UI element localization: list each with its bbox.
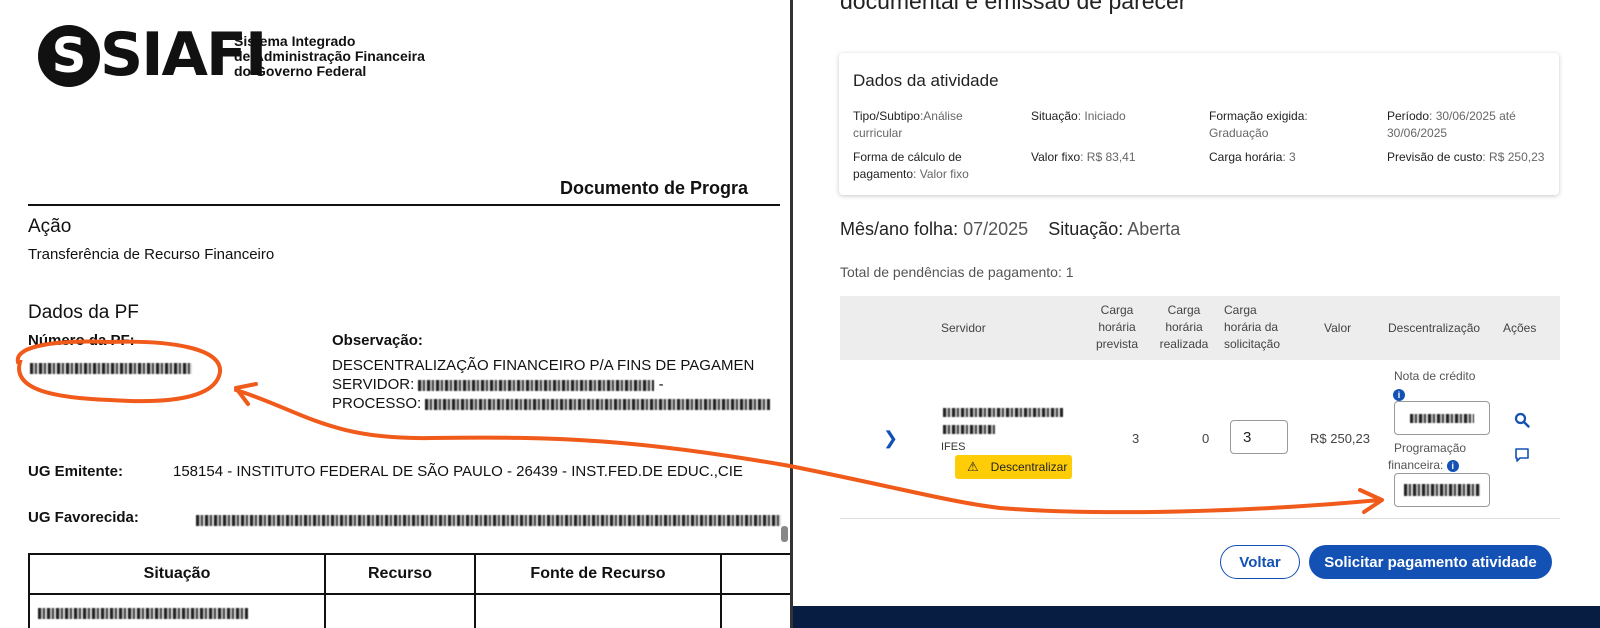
document-title: Documento de Progra	[560, 178, 749, 198]
th-carga-realizada: Carga horária realizada	[1159, 303, 1209, 351]
servidor-id-redacted	[943, 421, 995, 435]
th-servidor: Servidor	[941, 321, 986, 335]
numero-pf-label: Número da PF:	[28, 332, 135, 349]
observacao-value: DESCENTRALIZAÇÃO FINANCEIRO P/A FINS DE …	[332, 356, 790, 413]
cell-carga-prevista: 3	[1132, 431, 1140, 446]
cell-carga-realizada: 0	[1202, 431, 1210, 446]
payment-modal: documental e emissão de parecer Dados da…	[793, 0, 1600, 628]
situacao-cell-redacted	[38, 605, 248, 623]
th-carga-prevista: Carga horária prevista	[1095, 303, 1139, 351]
acao-heading: Ação	[28, 216, 72, 237]
numero-pf-value-redacted	[30, 360, 192, 378]
carga-horaria-field: Carga horária: 3	[1209, 150, 1296, 164]
card-heading: Dados da atividade	[853, 71, 999, 90]
ug-emitente-value: 158154 - INSTITUTO FEDERAL DE SÃO PAULO …	[173, 463, 743, 480]
nota-credito-input[interactable]	[1394, 401, 1490, 435]
previsao-custo-field: Previsão de custo: R$ 250,23	[1387, 150, 1545, 164]
pendencias-total: Total de pendências de pagamento: 1	[840, 264, 1074, 280]
ug-favorecida-label: UG Favorecida:	[28, 509, 139, 526]
footer-bar	[793, 606, 1600, 628]
modal-title: documental e emissão de parecer	[840, 0, 1187, 14]
th-situacao: Situação	[30, 555, 326, 593]
th-valor: Valor	[1324, 321, 1352, 335]
tipo-field: Tipo/Subtipo:Análise curricular	[853, 109, 963, 140]
nota-credito-label: Nota de crédito	[1394, 369, 1476, 383]
forma-calculo-field: Forma de cálculo de pagamento: Valor fix…	[853, 150, 969, 181]
programacao-financeira-input[interactable]	[1394, 473, 1490, 507]
siafi-description: Sistema Integrado de Administração Finan…	[234, 33, 425, 79]
formacao-field: Formação exigida: Graduação	[1209, 109, 1308, 140]
dados-pf-heading: Dados da PF	[28, 302, 139, 323]
cell-valor: R$ 250,23	[1310, 431, 1370, 446]
ug-emitente-label: UG Emitente:	[28, 463, 124, 480]
th-acoes: Ações	[1503, 321, 1537, 335]
info-icon[interactable]: i	[1393, 388, 1405, 401]
pf-table: Situação Recurso Fonte de Recurso	[28, 553, 790, 628]
observacao-label: Observação:	[332, 332, 423, 349]
scrollbar-thumb[interactable]	[781, 526, 788, 542]
programacao-label: Programação financeira: i	[1388, 441, 1467, 472]
th-recurso: Recurso	[326, 555, 476, 593]
acao-value: Transferência de Recurso Financeiro	[28, 246, 275, 263]
table-header: Servidor Carga horária prevista Carga horár…	[840, 296, 1560, 360]
divider	[28, 204, 780, 206]
folha-status: Mês/ano folha: 07/2025 Situação: Aberta	[840, 219, 1181, 239]
th-descentralizacao: Descentralização	[1388, 321, 1481, 335]
servidor-org: IFES	[941, 441, 966, 453]
siafi-document: S SIAFI Sistema Integrado de Administraç…	[0, 0, 790, 628]
comment-icon[interactable]	[1514, 447, 1530, 468]
periodo-field: Período: 30/06/2025 até 30/06/2025	[1387, 109, 1516, 140]
activity-card: Dados da atividade Tipo/Subtipo:Análise …	[839, 53, 1559, 195]
th-fonte-recurso: Fonte de Recurso	[476, 555, 722, 593]
row-divider	[840, 518, 1560, 519]
search-icon[interactable]	[1514, 412, 1530, 433]
back-button[interactable]: Voltar	[1220, 545, 1300, 579]
descentralizar-badge: ⚠ Descentralizar	[955, 455, 1072, 479]
info-icon[interactable]: i	[1446, 459, 1459, 472]
chevron-right-icon[interactable]: ❯	[883, 428, 898, 449]
th-carga-solicitacao: Carga horária da solicitação	[1224, 303, 1281, 351]
servidor-name-redacted	[943, 404, 1063, 418]
request-payment-button[interactable]: Solicitar pagamento atividade	[1309, 545, 1552, 579]
warning-icon: ⚠	[967, 459, 979, 474]
siafi-logo-icon: S	[38, 25, 100, 87]
valor-fixo-field: Valor fixo: R$ 83,41	[1031, 150, 1136, 164]
situacao-field: Situação: Iniciado	[1031, 109, 1126, 123]
carga-solicitacao-input[interactable]: 3	[1230, 420, 1288, 454]
ug-favorecida-value-redacted	[196, 512, 781, 530]
